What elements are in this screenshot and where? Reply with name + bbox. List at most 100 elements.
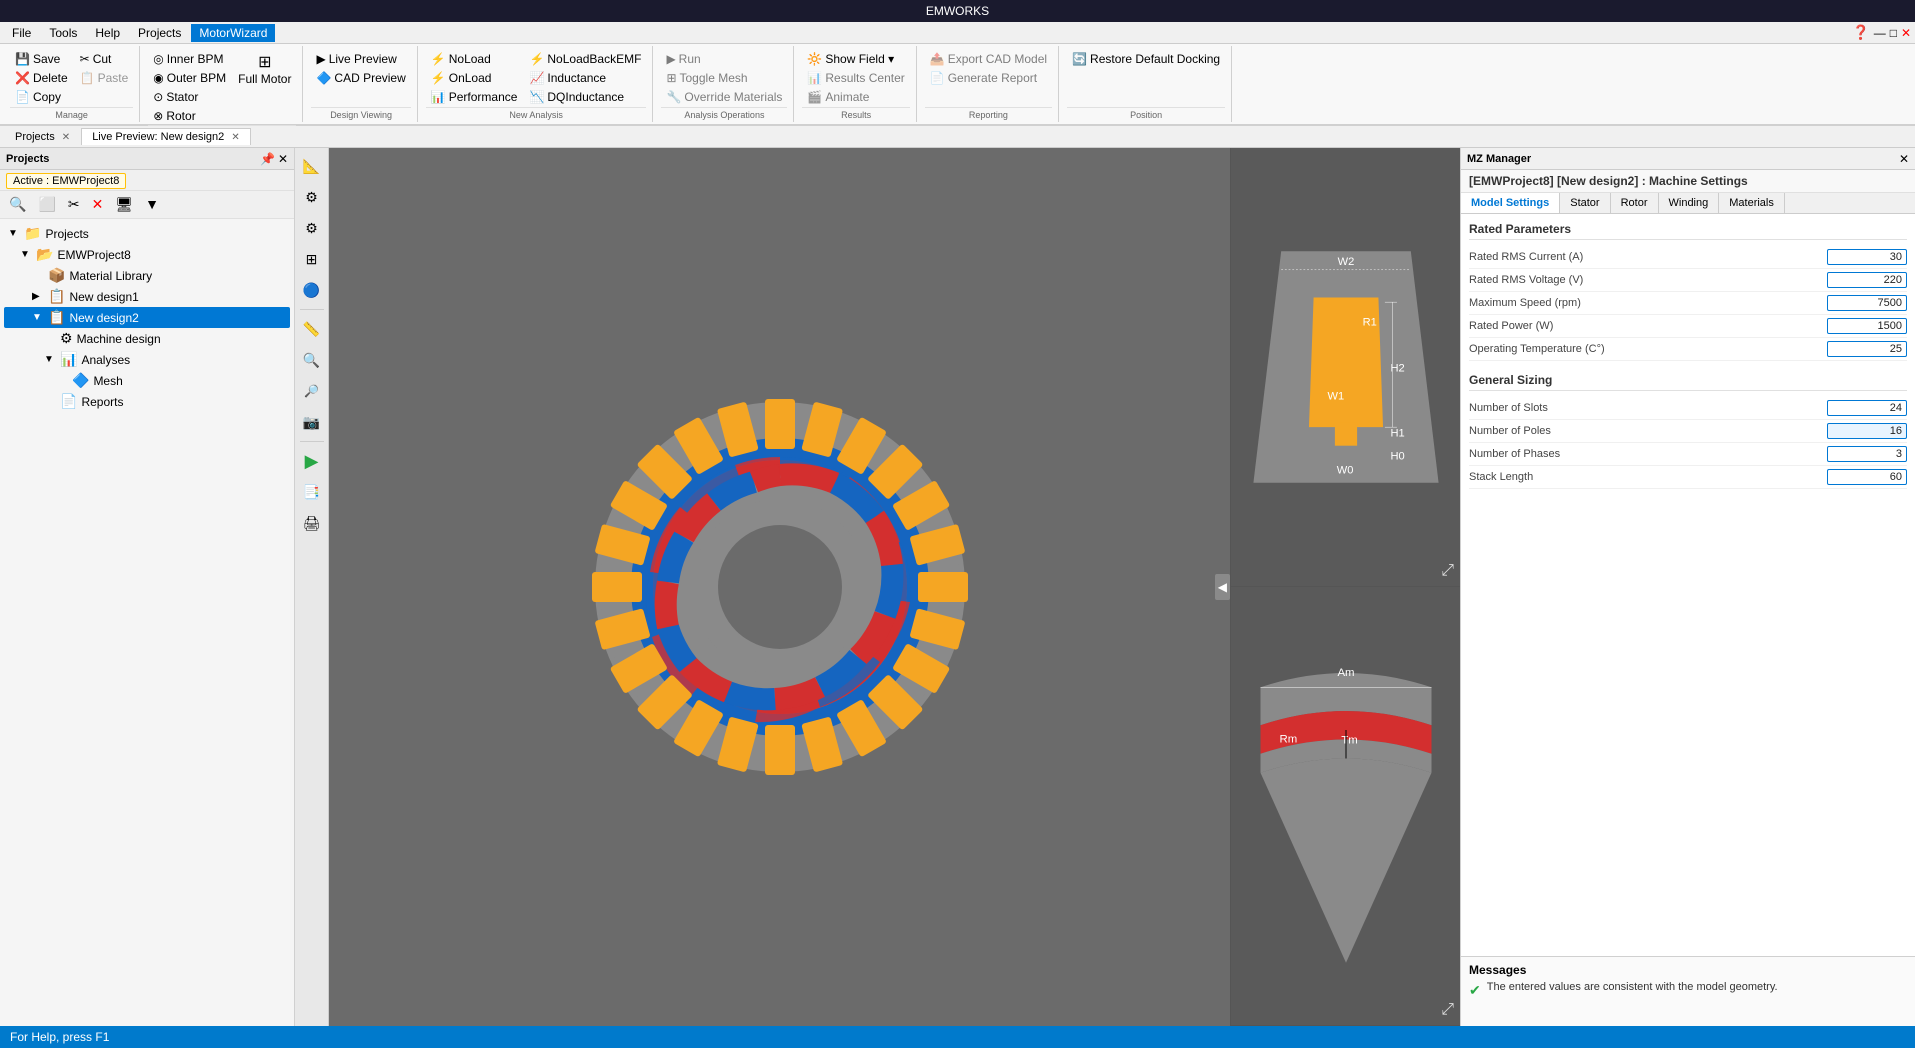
- stator-button[interactable]: ⊙Stator: [148, 88, 231, 106]
- copy-button[interactable]: 📄Copy: [10, 88, 73, 106]
- mz-tab-winding[interactable]: Winding: [1659, 193, 1720, 213]
- expand-new-design1[interactable]: ▶: [32, 291, 44, 302]
- tree-analyses[interactable]: ▼ 📊 Analyses: [4, 349, 290, 370]
- panel-display-btn[interactable]: 🖥: [110, 194, 138, 215]
- cut-button[interactable]: ✂Cut: [75, 50, 134, 68]
- left-panel-close[interactable]: ✕: [278, 152, 288, 166]
- menu-tools[interactable]: Tools: [41, 24, 85, 42]
- panel-delete-btn[interactable]: ✕: [87, 194, 109, 215]
- restore-docking-button[interactable]: 🔄Restore Default Docking: [1067, 50, 1225, 68]
- inductance-button[interactable]: 📈Inductance: [524, 69, 646, 87]
- results-center-button[interactable]: 📊Results Center: [802, 69, 909, 87]
- vtool-page[interactable]: 📑: [298, 478, 326, 506]
- menu-motorwizard[interactable]: MotorWizard: [191, 24, 275, 42]
- mz-tab-materials[interactable]: Materials: [1719, 193, 1785, 213]
- vtool-zoom-in[interactable]: 🔍: [298, 346, 326, 374]
- vtool-print[interactable]: 🖨: [298, 509, 326, 537]
- vtool-grid[interactable]: ⊞: [298, 245, 326, 273]
- operating-temp-label: Operating Temperature (C°): [1469, 343, 1827, 355]
- rated-current-value[interactable]: [1827, 249, 1907, 265]
- expand-projects[interactable]: ▼: [8, 228, 20, 239]
- expand-new-design2[interactable]: ▼: [32, 312, 44, 323]
- full-motor-button[interactable]: ⊞Full Motor: [233, 50, 296, 89]
- inner-bpm-button[interactable]: ◎Inner BPM: [148, 50, 231, 68]
- export-cad-button[interactable]: 📤Export CAD Model: [925, 50, 1052, 68]
- tree-material-library[interactable]: 📦 Material Library: [4, 265, 290, 286]
- panel-more-btn[interactable]: ▼: [140, 194, 164, 215]
- menu-file[interactable]: File: [4, 24, 39, 42]
- vtool-dimension[interactable]: 📏: [298, 315, 326, 343]
- generate-report-button[interactable]: 📄Generate Report: [925, 69, 1052, 87]
- tab-live-preview-close[interactable]: ✕: [231, 132, 239, 143]
- expand-emwproject8[interactable]: ▼: [20, 249, 32, 260]
- tree-emwproject8[interactable]: ▼ 📂 EMWProject8: [4, 244, 290, 265]
- vtool-play[interactable]: ▶: [298, 447, 326, 475]
- collapse-previews-btn[interactable]: ◀: [1215, 574, 1230, 600]
- menu-projects[interactable]: Projects: [130, 24, 189, 42]
- panel-search-btn[interactable]: 🔍: [4, 194, 31, 215]
- toggle-mesh-button[interactable]: ⊞Toggle Mesh: [661, 69, 787, 87]
- paste-button[interactable]: 📋Paste: [75, 69, 134, 87]
- mz-tab-stator[interactable]: Stator: [1560, 193, 1610, 213]
- tree-new-design1[interactable]: ▶ 📋 New design1: [4, 286, 290, 307]
- panel-new-btn[interactable]: ⬜: [33, 194, 60, 215]
- outer-bpm-button[interactable]: ◉Outer BPM: [148, 69, 231, 87]
- mz-tab-model-settings[interactable]: Model Settings: [1461, 193, 1560, 213]
- stack-length-value[interactable]: [1827, 469, 1907, 485]
- delete-button[interactable]: ❌Delete: [10, 69, 73, 87]
- rotor-pole-preview: Am Rm Tm ⤢: [1231, 587, 1460, 1026]
- tree-new-design2[interactable]: ▼ 📋 New design2: [4, 307, 290, 328]
- tab-projects-close[interactable]: ✕: [62, 132, 70, 143]
- onload-button[interactable]: ⚡OnLoad: [426, 69, 523, 87]
- num-slots-value[interactable]: [1827, 400, 1907, 416]
- tree-machine-design[interactable]: ⚙ Machine design: [4, 328, 290, 349]
- svg-text:Rm: Rm: [1279, 733, 1297, 745]
- manage-col2: ✂Cut 📋Paste: [75, 50, 134, 87]
- tab-live-preview[interactable]: Live Preview: New design2 ✕: [81, 128, 251, 145]
- vtool-settings2[interactable]: ⚙: [298, 214, 326, 242]
- close-icon[interactable]: ✕: [1901, 26, 1911, 40]
- num-phases-value[interactable]: [1827, 446, 1907, 462]
- expand-analyses[interactable]: ▼: [44, 354, 56, 365]
- vtool-color[interactable]: 🔵: [298, 276, 326, 304]
- expand-rotor-preview[interactable]: ⤢: [1441, 1001, 1454, 1019]
- rated-power-value[interactable]: [1827, 318, 1907, 334]
- mz-manager-close[interactable]: ✕: [1899, 152, 1909, 166]
- machine-design-icon: ⚙: [60, 330, 73, 347]
- noloadbackemf-button[interactable]: ⚡NoLoadBackEMF: [524, 50, 646, 68]
- vtool-capture[interactable]: 📷: [298, 408, 326, 436]
- vtool-zoom-out[interactable]: 🔎: [298, 377, 326, 405]
- max-speed-value[interactable]: [1827, 295, 1907, 311]
- maximize-icon[interactable]: □: [1890, 26, 1897, 40]
- tab-projects[interactable]: Projects ✕: [4, 128, 81, 145]
- cad-preview-button[interactable]: 🔷CAD Preview: [311, 69, 410, 87]
- noload-button[interactable]: ⚡NoLoad: [426, 50, 523, 68]
- rotor-button[interactable]: ⊗Rotor: [148, 107, 231, 125]
- animate-button[interactable]: 🎬Animate: [802, 88, 909, 106]
- show-field-button[interactable]: 🔆Show Field ▾: [802, 50, 909, 68]
- rated-parameters-title: Rated Parameters: [1469, 222, 1907, 240]
- vtool-settings1[interactable]: ⚙: [298, 183, 326, 211]
- dqinductance-button[interactable]: 📉DQInductance: [524, 88, 646, 106]
- new-analysis-buttons: ⚡NoLoad ⚡OnLoad 📊Performance ⚡NoLoadBack…: [426, 48, 647, 107]
- vtool-measure[interactable]: 📐: [298, 152, 326, 180]
- minimize-icon[interactable]: —: [1874, 26, 1886, 40]
- rated-voltage-value[interactable]: [1827, 272, 1907, 288]
- expand-stator-preview[interactable]: ⤢: [1441, 562, 1454, 580]
- num-poles-value[interactable]: [1827, 423, 1907, 439]
- help-icon[interactable]: ❓: [1852, 24, 1869, 41]
- tree-mesh[interactable]: 🔷 Mesh: [4, 370, 290, 391]
- live-preview-button[interactable]: ▶Live Preview: [311, 50, 410, 68]
- save-button[interactable]: 💾Save: [10, 50, 73, 68]
- tree-projects-root[interactable]: ▼ 📁 Projects: [4, 223, 290, 244]
- ribbon-content: 💾Save ❌Delete 📄Copy ✂Cut 📋Paste Manage ◎…: [0, 44, 1915, 124]
- operating-temp-value[interactable]: [1827, 341, 1907, 357]
- run-button[interactable]: ▶Run: [661, 50, 787, 68]
- left-panel-pin[interactable]: 📌: [260, 152, 275, 166]
- override-materials-button[interactable]: 🔧Override Materials: [661, 88, 787, 106]
- performance-button[interactable]: 📊Performance: [426, 88, 523, 106]
- menu-help[interactable]: Help: [87, 24, 128, 42]
- tree-reports[interactable]: 📄 Reports: [4, 391, 290, 412]
- mz-tab-rotor[interactable]: Rotor: [1611, 193, 1659, 213]
- panel-cut-btn[interactable]: ✂: [63, 194, 85, 215]
